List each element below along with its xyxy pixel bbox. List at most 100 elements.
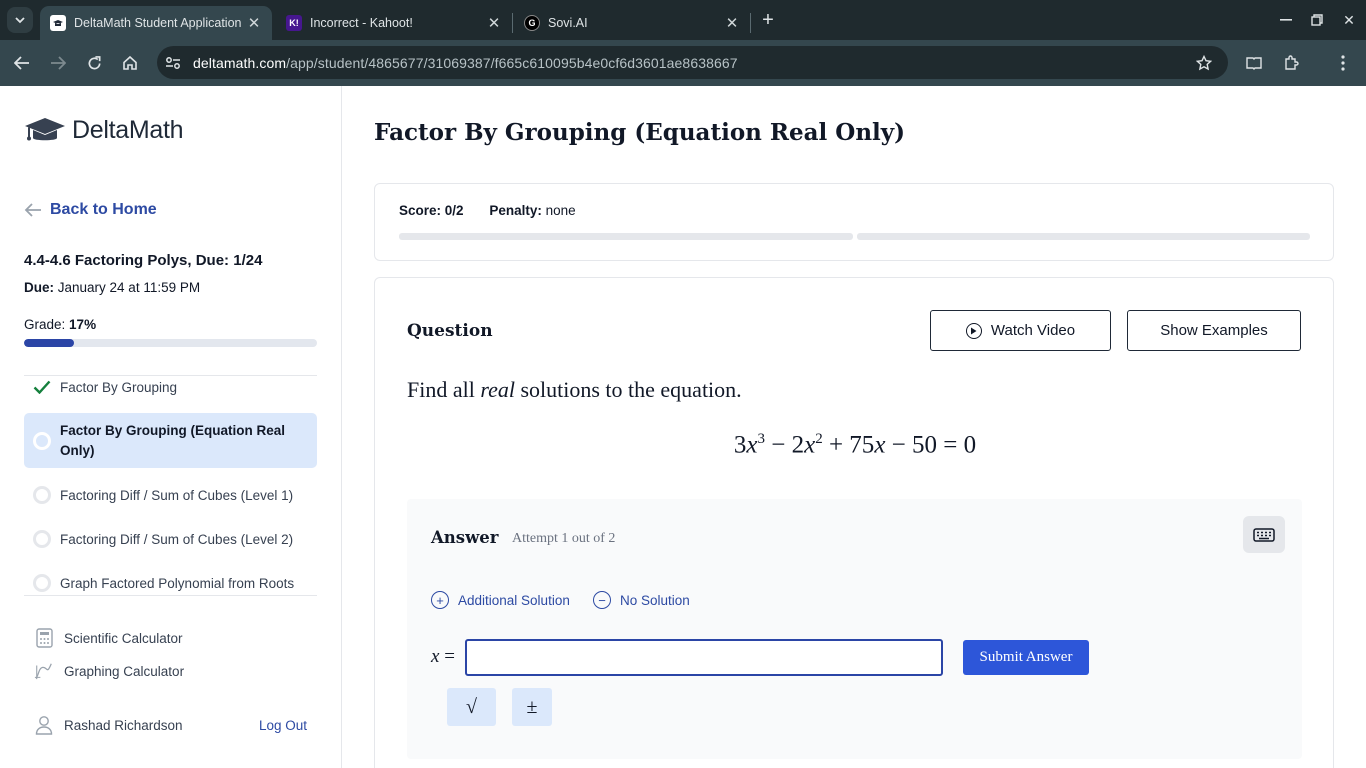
restore-window-icon[interactable] xyxy=(1304,8,1330,32)
grade-progress-fill xyxy=(24,339,74,347)
bookmark-star-icon[interactable] xyxy=(1195,54,1213,72)
keyboard-toggle-button[interactable] xyxy=(1243,516,1285,553)
back-to-home-link[interactable]: Back to Home xyxy=(24,201,157,219)
address-bar[interactable]: deltamath.com/app/student/4865677/310693… xyxy=(157,46,1228,79)
answer-label: Answer xyxy=(431,528,499,547)
variable-label: x = xyxy=(431,646,455,667)
due-date: Due: January 24 at 11:59 PM xyxy=(24,280,200,295)
additional-solution-label: Additional Solution xyxy=(458,592,570,608)
score-label: Score: xyxy=(399,203,442,218)
grade-text: Grade: 17% xyxy=(24,317,96,332)
reload-icon[interactable] xyxy=(82,51,106,75)
keyboard-icon xyxy=(1253,527,1275,542)
browser-toolbar: deltamath.com/app/student/4865677/310693… xyxy=(0,40,1366,86)
watch-video-button[interactable]: Watch Video xyxy=(930,310,1111,351)
deltamath-favicon-icon xyxy=(50,15,66,31)
sovi-favicon-icon: G xyxy=(524,15,540,31)
due-label: Due: xyxy=(24,280,54,295)
plus-minus-button[interactable]: ± xyxy=(512,688,552,726)
minimize-window-icon[interactable] xyxy=(1273,8,1299,32)
scientific-calculator-label: Scientific Calculator xyxy=(64,630,183,646)
skill-item-cubes-level-2[interactable]: Factoring Diff / Sum of Cubes (Level 2) xyxy=(24,528,317,550)
arrow-left-icon xyxy=(24,203,41,217)
tab-kahoot[interactable]: K! Incorrect - Kahoot! ✕ xyxy=(276,6,512,40)
no-solution-button[interactable]: − No Solution xyxy=(593,591,690,609)
close-tab-icon[interactable]: ✕ xyxy=(484,13,504,33)
question-card: Question Watch Video Show Examples Find … xyxy=(374,277,1334,768)
home-icon[interactable] xyxy=(118,51,142,75)
score-value: 0/2 xyxy=(444,203,464,218)
url-host: deltamath.com xyxy=(193,55,287,71)
scientific-calculator-link[interactable]: Scientific Calculator xyxy=(34,628,183,648)
skill-item-cubes-level-1[interactable]: Factoring Diff / Sum of Cubes (Level 1) xyxy=(24,484,317,506)
variable-name: x xyxy=(431,646,440,667)
sqrt-button[interactable]: √ xyxy=(447,688,496,726)
question-label: Question xyxy=(407,321,493,341)
reading-mode-icon[interactable] xyxy=(1242,51,1266,75)
progress-ring-icon xyxy=(33,486,51,504)
penalty-label: Penalty: xyxy=(489,203,542,218)
prompt-emphasis: real xyxy=(480,377,515,402)
user-icon xyxy=(34,715,54,735)
skill-label: Graph Factored Polynomial from Roots xyxy=(60,575,295,591)
grade-progress-bar xyxy=(24,339,317,347)
skill-item-factor-by-grouping[interactable]: Factor By Grouping xyxy=(24,376,317,398)
site-settings-icon[interactable] xyxy=(164,54,182,72)
tab-separator xyxy=(750,13,751,33)
tab-deltamath[interactable]: DeltaMath Student Application ✕ xyxy=(40,6,272,40)
equation: 3x3 − 2x2 + 75x − 50 = 0 xyxy=(733,431,977,459)
graduation-cap-icon xyxy=(25,117,65,140)
extensions-puzzle-icon[interactable] xyxy=(1279,51,1303,75)
forward-arrow-icon[interactable] xyxy=(46,51,70,75)
additional-solution-button[interactable]: + Additional Solution xyxy=(431,591,570,609)
tab-separator xyxy=(512,13,513,33)
tab-title: Incorrect - Kahoot! xyxy=(310,16,413,30)
tab-sovi[interactable]: G Sovi.AI ✕ xyxy=(514,6,750,40)
answer-panel: Answer Attempt 1 out of 2 + Additional S… xyxy=(407,499,1302,759)
prompt-text: solutions to the equation. xyxy=(514,377,742,402)
plus-circle-icon: + xyxy=(431,591,449,609)
skill-item-factor-by-grouping-equation[interactable]: Factor By Grouping (Equation Real Only) xyxy=(24,413,317,468)
user-name: Rashad Richardson xyxy=(64,717,183,733)
brand-name: DeltaMath xyxy=(72,116,184,144)
skill-label: Factoring Diff / Sum of Cubes (Level 2) xyxy=(60,531,294,547)
score-card: Score: 0/2 Penalty: none xyxy=(374,183,1334,261)
progress-ring-icon xyxy=(33,530,51,548)
deltamath-logo[interactable]: DeltaMath xyxy=(24,116,184,145)
browser-menu-icon[interactable] xyxy=(1331,51,1355,75)
penalty-value: none xyxy=(545,203,576,218)
score-segment-1 xyxy=(399,233,853,240)
close-window-icon[interactable]: ✕ xyxy=(1336,8,1362,32)
due-value: January 24 at 11:59 PM xyxy=(57,280,201,295)
skill-label: Factor By Grouping (Equation Real Only) xyxy=(60,422,286,458)
url-text: deltamath.com/app/student/4865677/310693… xyxy=(193,55,738,71)
page-title: Factor By Grouping (Equation Real Only) xyxy=(374,119,906,146)
tab-title: Sovi.AI xyxy=(548,16,588,30)
sidebar: DeltaMath Back to Home 4.4-4.6 Factoring… xyxy=(0,86,342,768)
graphing-calculator-label: Graphing Calculator xyxy=(64,663,185,679)
submit-answer-button[interactable]: Submit Answer xyxy=(963,640,1089,675)
score-line: Score: 0/2 Penalty: none xyxy=(399,203,576,218)
tab-search-button[interactable] xyxy=(7,7,33,33)
back-arrow-icon[interactable] xyxy=(10,51,34,75)
no-solution-label: No Solution xyxy=(620,592,690,608)
divider xyxy=(24,595,317,596)
prompt-text: Find all xyxy=(407,377,481,402)
graphing-calculator-link[interactable]: Graphing Calculator xyxy=(34,661,184,681)
tab-title: DeltaMath Student Application xyxy=(74,16,242,30)
new-tab-plus-icon[interactable]: + xyxy=(757,9,779,31)
play-circle-icon xyxy=(965,322,982,339)
watch-video-label: Watch Video xyxy=(990,322,1076,339)
close-tab-icon[interactable]: ✕ xyxy=(244,13,264,33)
question-prompt: Find all real solutions to the equation. xyxy=(407,377,742,403)
grade-value: 17% xyxy=(69,317,97,332)
calculator-icon xyxy=(34,628,54,648)
kahoot-favicon-icon: K! xyxy=(286,15,302,31)
show-examples-button[interactable]: Show Examples xyxy=(1127,310,1301,351)
skill-label: Factoring Diff / Sum of Cubes (Level 1) xyxy=(60,487,294,503)
close-tab-icon[interactable]: ✕ xyxy=(722,13,742,33)
answer-input[interactable] xyxy=(465,639,943,676)
score-segment-2 xyxy=(857,233,1310,240)
skill-item-graph-factored[interactable]: Graph Factored Polynomial from Roots xyxy=(24,572,317,594)
log-out-link[interactable]: Log Out xyxy=(259,718,307,733)
